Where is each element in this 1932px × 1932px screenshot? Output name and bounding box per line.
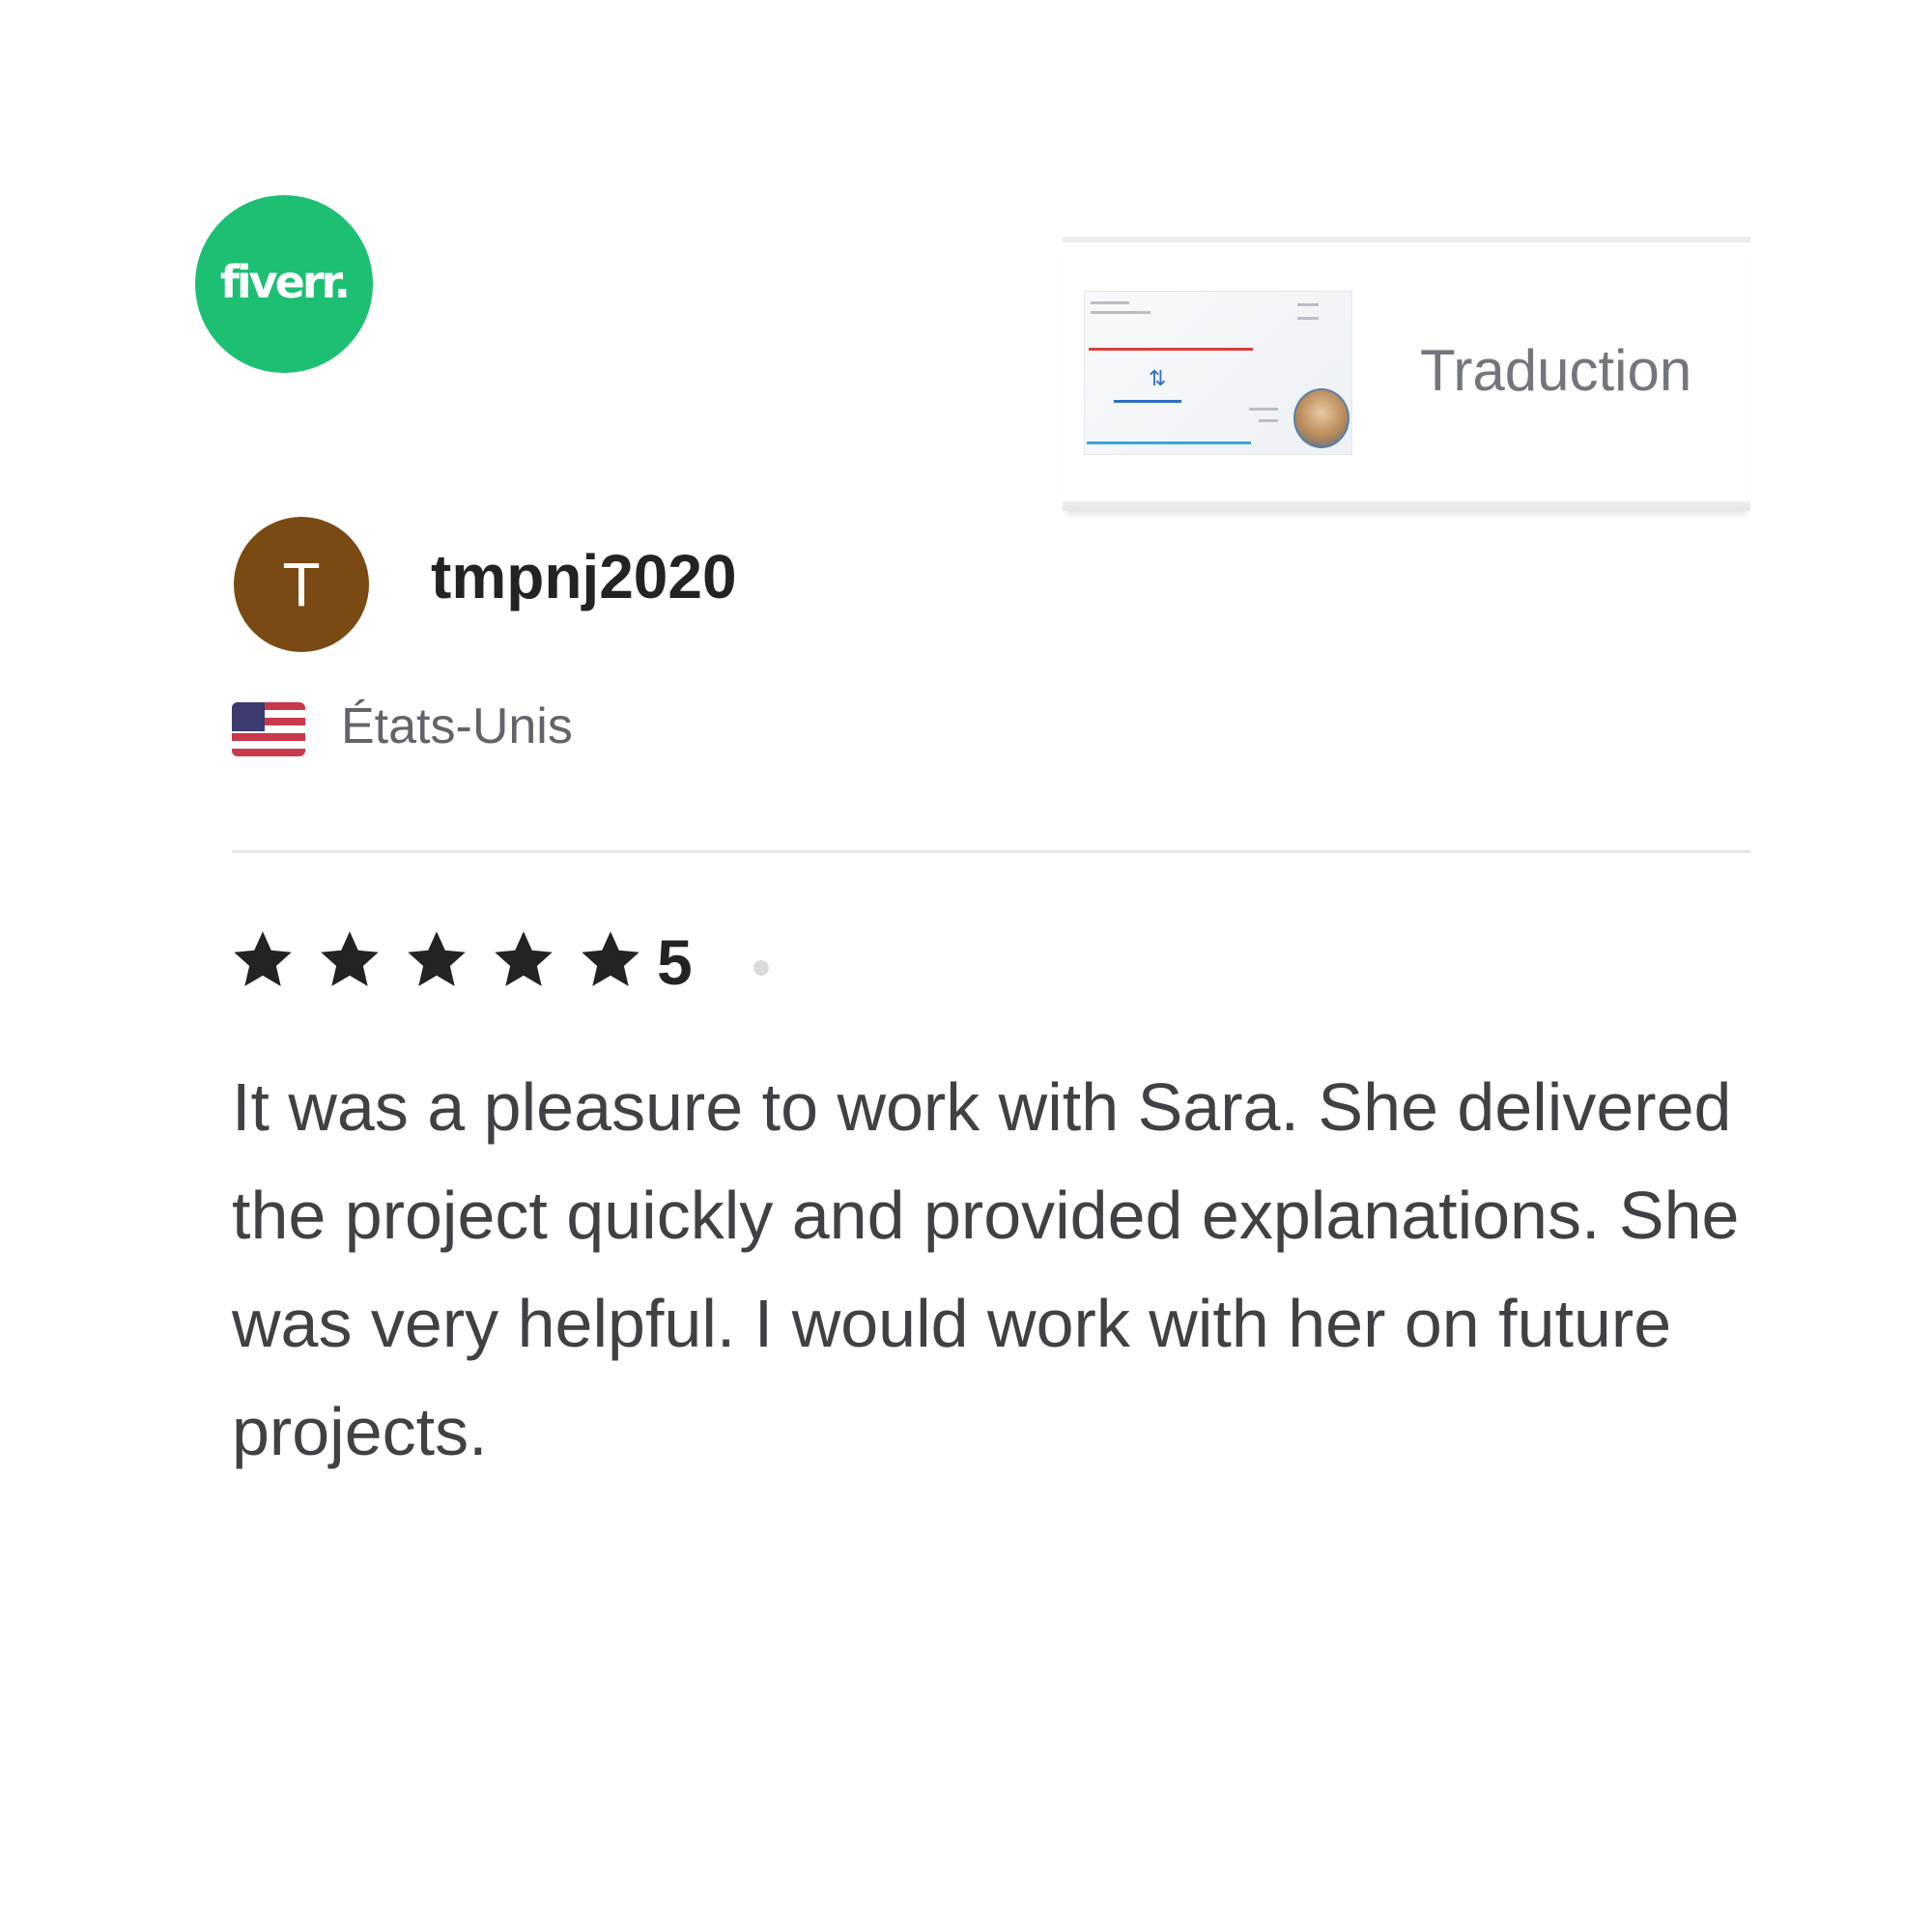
us-flag-icon <box>232 702 305 756</box>
gig-title[interactable]: Traduction <box>1420 337 1691 404</box>
review-text: It was a pleasure to work with Sara. She… <box>232 1069 1740 1469</box>
arrows-icon: ⇅ <box>1149 367 1167 391</box>
reviewer-username[interactable]: tmpnj2020 <box>431 541 737 612</box>
divider <box>232 850 1750 853</box>
star-icon <box>408 931 466 986</box>
gig-card[interactable]: ⇅ Traduction <box>1063 237 1750 511</box>
star-icon <box>582 931 639 986</box>
seller-photo <box>1293 388 1350 448</box>
gig-thumbnail[interactable]: ⇅ <box>1084 291 1352 455</box>
star-icon <box>234 931 292 986</box>
star-rating <box>230 927 643 993</box>
reviewer-avatar[interactable]: T <box>234 517 369 652</box>
star-icon <box>321 931 379 986</box>
fiverr-logo-text: fiverr. <box>219 256 351 308</box>
rating-value: 5 <box>657 926 693 998</box>
separator-dot <box>753 960 769 976</box>
avatar-initial: T <box>282 550 321 619</box>
star-icon <box>495 931 553 986</box>
fiverr-logo: fiverr. <box>195 195 373 373</box>
review-page: fiverr. ⇅ Traduction T tmpnj2020 États-U… <box>0 0 1932 1932</box>
reviewer-country: États-Unis <box>341 698 573 754</box>
